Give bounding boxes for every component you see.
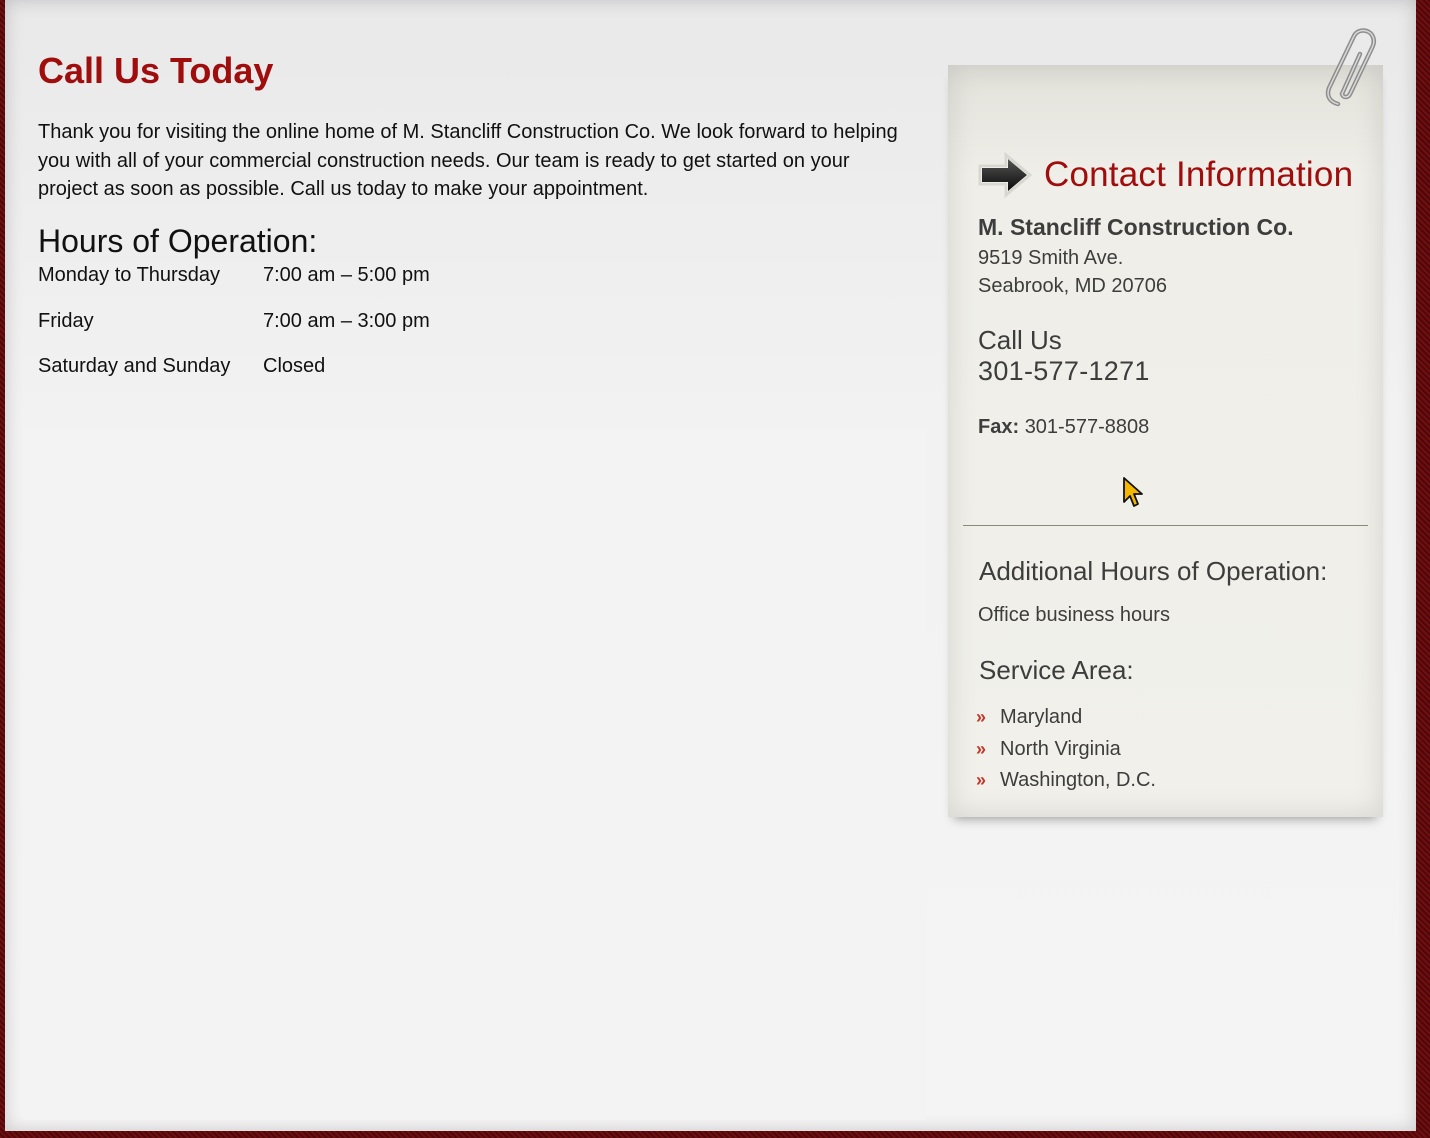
hours-row: Saturday and Sunday Closed [38, 353, 430, 399]
divider [963, 525, 1368, 526]
fax-line: Fax: 301-577-8808 [978, 416, 1149, 439]
fax-label: Fax: [978, 416, 1020, 438]
hours-day: Saturday and Sunday [38, 355, 231, 378]
service-area-label: Washington, D.C. [1000, 769, 1156, 792]
address-line-2: Seabrook, MD 20706 [978, 275, 1168, 297]
intro-paragraph: Thank you for visiting the online home o… [38, 121, 898, 201]
chevron-right-icon: » [976, 707, 986, 728]
hours-row: Friday 7:00 am – 3:00 pm [38, 308, 430, 354]
additional-hours-text: Office business hours [978, 604, 1170, 626]
hours-title: Hours of Operation: [38, 223, 318, 260]
contact-sidebar: Contact Information M. Stancliff Constru… [948, 65, 1383, 817]
hours-table: Monday to Thursday 7:00 am – 5:00 pm Fri… [38, 262, 430, 399]
service-area-title: Service Area: [979, 655, 1134, 685]
main-content: Call Us Today Thank you for visiting the… [38, 48, 908, 399]
service-area-list: » Maryland » North Virginia » Washington… [976, 702, 1156, 797]
address-line-1: 9519 Smith Ave. [978, 247, 1124, 269]
chevron-right-icon: » [976, 770, 986, 791]
paperclip-icon [1325, 28, 1377, 107]
list-item: » Maryland [976, 702, 1156, 734]
hours-day: Monday to Thursday [38, 264, 220, 287]
hours-time: Closed [263, 355, 326, 378]
hours-day: Friday [38, 309, 94, 332]
hours-time: 7:00 am – 5:00 pm [263, 264, 430, 287]
arrow-right-icon [978, 151, 1032, 199]
contact-heading: Contact Information [978, 151, 1353, 199]
contact-heading-text: Contact Information [1044, 155, 1354, 194]
hours-row: Monday to Thursday 7:00 am – 5:00 pm [38, 262, 430, 308]
service-area-label: North Virginia [1000, 737, 1121, 760]
fax-number: 301-577-8808 [1024, 416, 1150, 438]
main-column-background [23, 430, 926, 1120]
mouse-cursor-icon [1123, 477, 1143, 507]
list-item: » North Virginia [976, 734, 1156, 766]
additional-hours-title: Additional Hours of Operation: [979, 556, 1328, 586]
page-title: Call Us Today [38, 50, 274, 91]
chevron-right-icon: » [976, 738, 986, 759]
call-us-label: Call Us [978, 325, 1062, 355]
list-item: » Washington, D.C. [976, 765, 1156, 797]
hours-time: 7:00 am – 3:00 pm [263, 309, 430, 332]
service-area-label: Maryland [1000, 706, 1083, 729]
company-name: M. Stancliff Construction Co. [978, 214, 1294, 240]
phone-number[interactable]: 301-577-1271 [978, 356, 1150, 387]
